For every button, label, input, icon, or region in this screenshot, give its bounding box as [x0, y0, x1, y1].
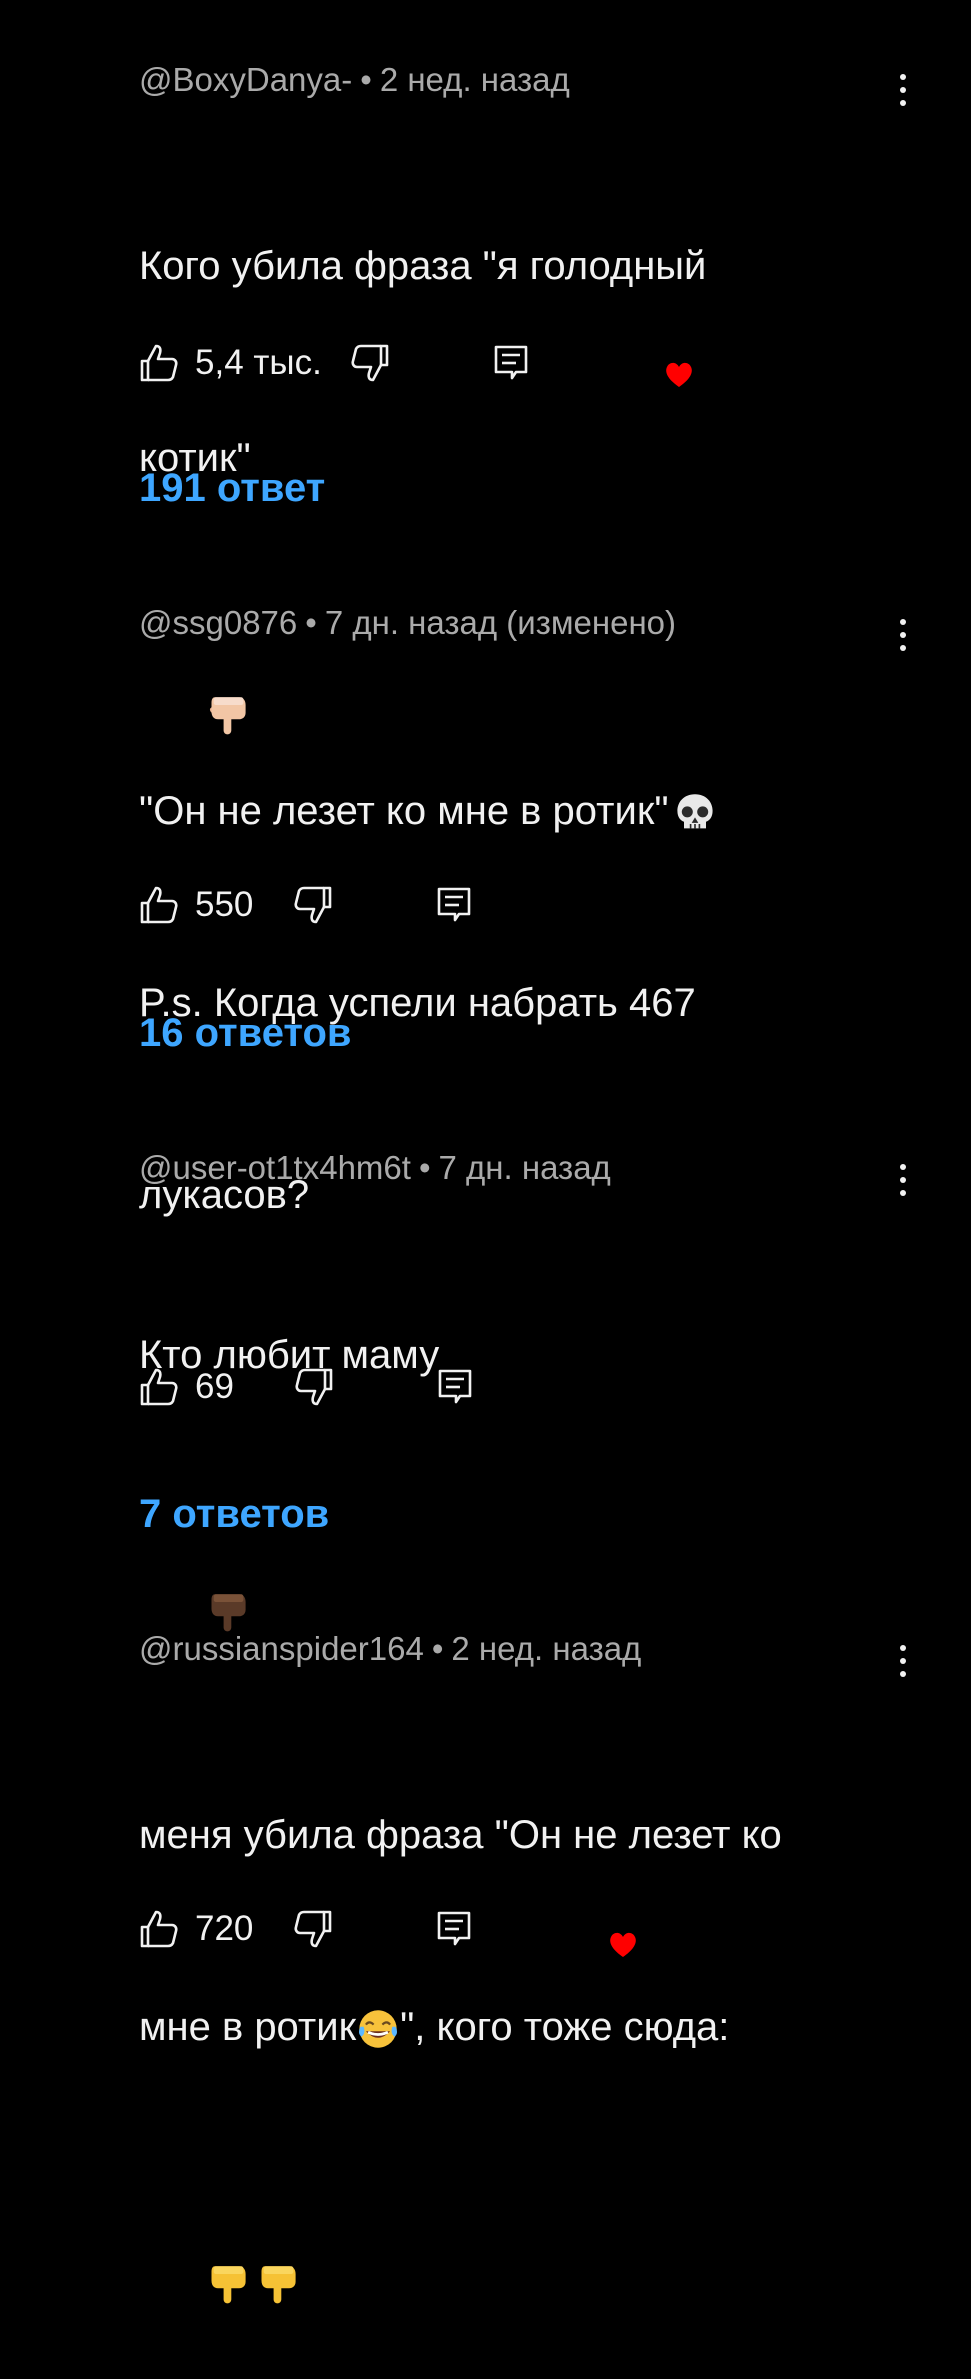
reply-icon[interactable] [490, 342, 532, 384]
like-icon[interactable] [139, 1366, 181, 1408]
reply-icon[interactable] [433, 884, 475, 926]
like-icon[interactable] [139, 884, 181, 926]
comment-meta: @ssg0876 • 7 дн. назад (изменено) [139, 603, 676, 643]
like-icon[interactable] [139, 1908, 181, 1950]
comment-actions: 550 [139, 880, 475, 930]
meta-separator: • [431, 1630, 444, 1667]
like-count: 69 [195, 1367, 234, 1406]
creator-heart-icon [666, 362, 692, 387]
comment-text-line: мне в ротик ", кого тоже сюда: [139, 1995, 859, 2059]
comment-text: меня убила фраза "Он не лезет ко мне в р… [139, 1675, 859, 2379]
more-options-icon[interactable] [886, 60, 920, 120]
comment-time: 7 дн. назад [438, 1149, 611, 1186]
comment-author[interactable]: @BoxyDanya- [139, 61, 352, 98]
hand-pointing-down-emoji-icon [261, 2266, 296, 2304]
dislike-icon[interactable] [291, 884, 333, 926]
hand-pointing-down-emoji-icon [211, 2266, 246, 2304]
like-count: 720 [195, 1909, 254, 1948]
skull-emoji-icon [676, 794, 713, 829]
comment-actions: 69 [139, 1362, 476, 1412]
dislike-icon[interactable] [292, 1366, 334, 1408]
comment-author[interactable]: @ssg0876 [139, 604, 297, 641]
comment-text-segment: "Он не лезет ко мне в ротик" [139, 789, 669, 833]
like-count: 550 [195, 885, 254, 924]
comment-text-line: меня убила фраза "Он не лезет ко [139, 1813, 782, 1857]
comment-meta: @user-ot1tx4hm6t • 7 дн. назад [139, 1148, 611, 1188]
comment-text-segment: ", кого тоже сюда: [400, 2005, 730, 2049]
comment-text-line: "Он не лезет ко мне в ротик" [139, 779, 859, 843]
replies-link[interactable]: 7 ответов [139, 1490, 329, 1538]
comment-text-segment: мне в ротик [139, 2005, 357, 2049]
comment-time: 2 нед. назад [451, 1630, 642, 1667]
reply-icon[interactable] [434, 1366, 476, 1408]
meta-separator: • [305, 604, 317, 641]
more-options-icon[interactable] [886, 605, 920, 665]
comment-meta: @russianspider164 • 2 нед. назад [139, 1629, 641, 1669]
replies-link[interactable]: 191 ответ [139, 464, 325, 512]
comment-time: 2 нед. назад [379, 61, 570, 98]
like-icon[interactable] [139, 342, 181, 384]
reply-icon[interactable] [433, 1908, 475, 1950]
comment-author[interactable]: @user-ot1tx4hm6t [139, 1149, 411, 1186]
dislike-icon[interactable] [291, 1908, 333, 1950]
comment-meta: @BoxyDanya- • 2 нед. назад [139, 60, 570, 100]
face-with-tears-of-joy-emoji-icon [359, 2010, 398, 2049]
comment-actions: 5,4 тыс. [139, 338, 532, 388]
meta-separator: • [418, 1149, 431, 1186]
replies-link[interactable]: 16 ответов [139, 1009, 352, 1057]
comment-author[interactable]: @russianspider164 [139, 1630, 424, 1667]
comment-actions: 720 [139, 1904, 475, 1954]
creator-heart-icon [610, 1932, 636, 1957]
more-options-icon[interactable] [886, 1631, 920, 1691]
like-count: 5,4 тыс. [195, 343, 322, 382]
more-options-icon[interactable] [886, 1150, 920, 1210]
comment-time: 7 дн. назад (изменено) [324, 604, 677, 641]
comment-text-line: Кого убила фраза "я голодный [139, 244, 707, 288]
dislike-icon[interactable] [348, 342, 390, 384]
meta-separator: • [360, 61, 372, 98]
